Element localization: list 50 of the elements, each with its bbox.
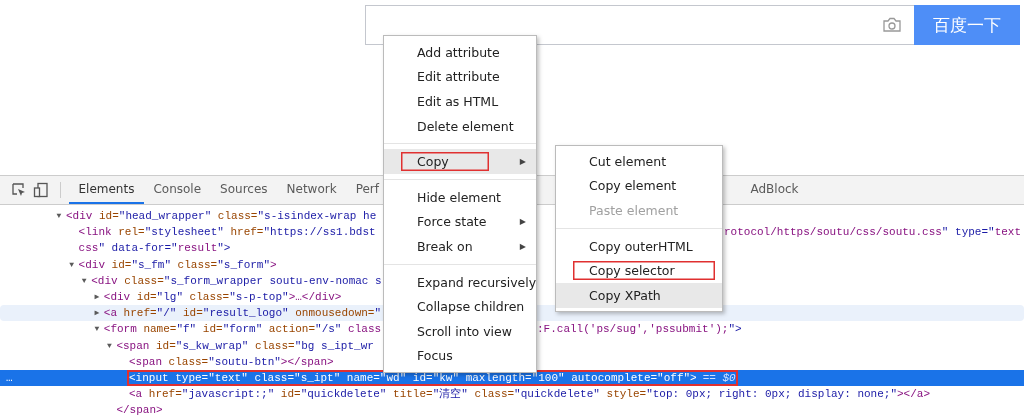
devtools-tab[interactable]: AdBlock — [741, 176, 809, 204]
disclosure-triangle[interactable]: ▼ — [91, 321, 102, 338]
menu-item[interactable]: Cut element — [556, 149, 722, 174]
disclosure-triangle[interactable]: ▼ — [54, 208, 64, 225]
html-code: rotocol/https/soutu/css/soutu.css" type="text — [724, 225, 1022, 241]
menu-item[interactable]: Force state ▶ — [384, 209, 536, 235]
menu-item[interactable]: Collapse children — [384, 294, 536, 319]
menu-item[interactable]: Expand recursively — [384, 269, 536, 295]
menu-item[interactable]: Focus — [384, 343, 536, 369]
html-code[interactable]: <a href="javascript:;" id="quickdelete" title="清空" class="quickdelete" style="top: 0px; right: 0px; display: none;"></a> — [127, 386, 932, 403]
devtools-tab[interactable]: Console — [143, 176, 211, 204]
disclosure-triangle[interactable]: ▼ — [66, 256, 77, 273]
menu-item[interactable]: Scroll into view — [384, 318, 536, 344]
menu-item[interactable]: Copy selector — [556, 258, 722, 283]
menu-item[interactable]: Break on ▶ — [384, 234, 536, 259]
menu-item[interactable]: Copy ▶ — [384, 149, 536, 174]
menu-item[interactable]: Add attribute — [384, 40, 536, 65]
submenu-arrow: ▶ — [519, 157, 526, 167]
html-code[interactable]: <input type="text" class="s_ipt" name="wd" id="kw" maxlength="100" autocomplete="off"> == $0 — [127, 369, 738, 387]
html-code[interactable]: <div id="s_fm" class="s_form"> — [76, 256, 279, 273]
html-code[interactable]: <div id="head_wrapper" class="s-isindex-wrap he — [64, 208, 379, 225]
inspect-icon[interactable] — [11, 182, 27, 198]
menu-item[interactable]: Edit attribute — [384, 64, 536, 90]
menu-item[interactable]: Edit as HTML — [384, 89, 536, 114]
menu-item[interactable]: Copy XPath — [556, 282, 722, 308]
menu-item[interactable]: Copy outerHTML — [556, 233, 722, 259]
html-code[interactable]: <link rel="stylesheet" href="https://ss1.bdst — [76, 224, 378, 241]
html-code[interactable]: <form name="f" id="form" action="/s" class — [101, 321, 384, 338]
html-code[interactable]: <span id="s_kw_wrap" class="bg s_ipt_wr — [114, 337, 376, 354]
html-code: :F.call('ps/sug','pssubmit');"> — [537, 322, 742, 338]
menu-item[interactable]: Delete element — [384, 113, 536, 139]
html-code[interactable]: <a href="/" id="result_logo" onmousedown=" — [101, 305, 384, 322]
submenu-arrow: ▶ — [519, 217, 526, 227]
devtools-tab[interactable]: Network — [277, 176, 347, 204]
html-code[interactable]: <div class="s_form_wrapper soutu-env-nomac s — [89, 272, 384, 289]
html-code[interactable]: <span class="soutu-btn"></span> — [127, 353, 336, 370]
disclosure-triangle[interactable]: ▶ — [91, 305, 102, 322]
more-icon[interactable]: … — [0, 369, 24, 387]
html-code: </span> — [115, 403, 164, 417]
disclosure-triangle[interactable]: ▶ — [91, 288, 102, 306]
devtools-tab[interactable]: Elements — [69, 176, 144, 204]
disclosure-triangle[interactable]: ▼ — [79, 272, 90, 289]
camera-icon[interactable] — [882, 17, 902, 33]
device-icon[interactable] — [33, 182, 49, 198]
disclosure-triangle[interactable]: ▼ — [104, 337, 115, 354]
devtools-tab[interactable]: Sources — [210, 176, 278, 204]
menu-item[interactable]: Copy element — [556, 173, 722, 199]
html-code[interactable]: <div id="lg" class="s-p-top">…</div> — [101, 288, 344, 306]
submenu-arrow: ▶ — [519, 241, 526, 251]
html-code: css" data-for="result"> — [77, 241, 232, 257]
